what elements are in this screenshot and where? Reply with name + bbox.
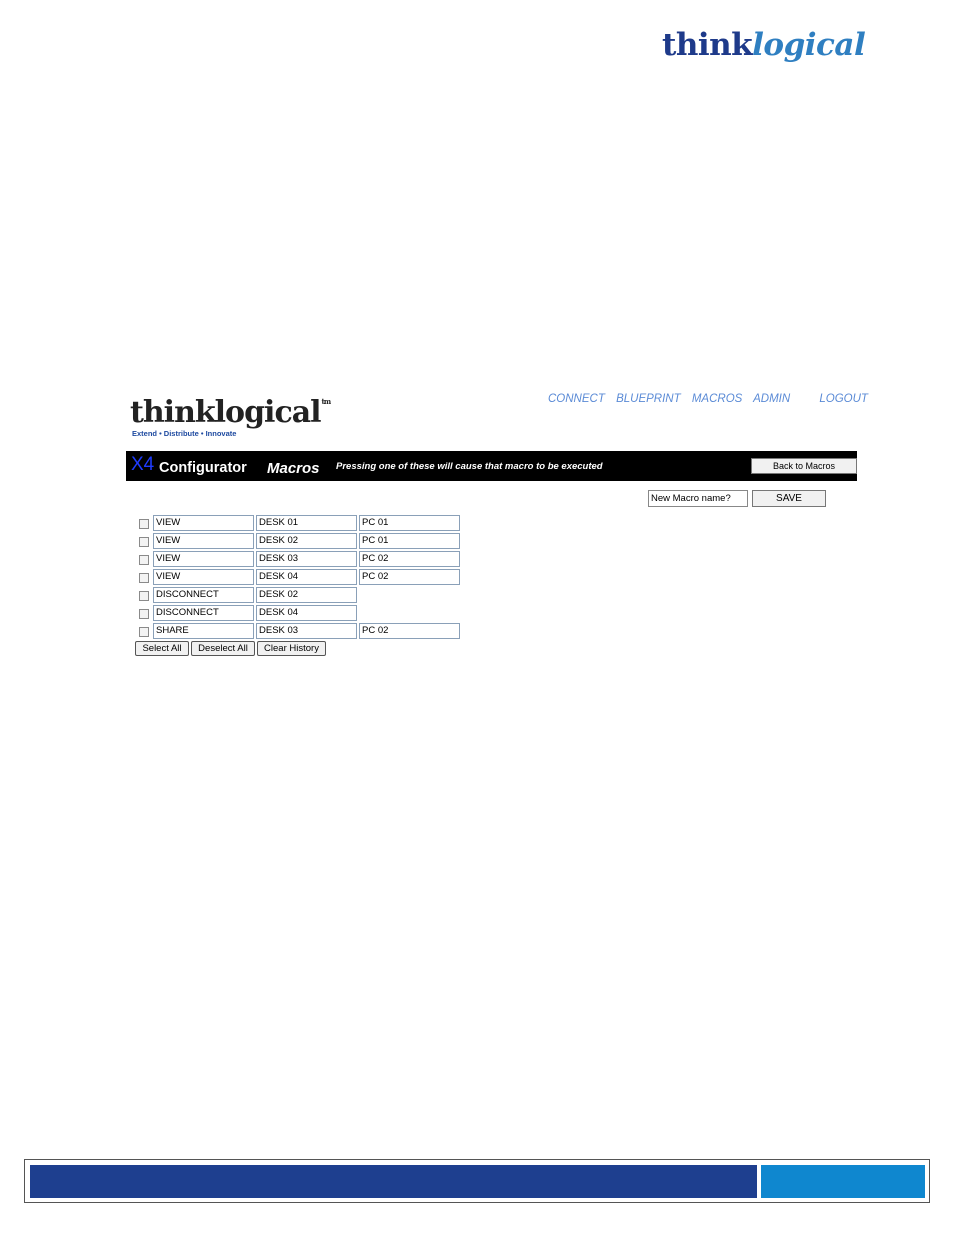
select-all-button[interactable]: Select All	[135, 641, 189, 656]
pc-field[interactable]: PC 01	[359, 515, 460, 531]
desk-field[interactable]: DESK 01	[256, 515, 357, 531]
macro-row: DISCONNECT DESK 02	[139, 587, 479, 603]
desk-field[interactable]: DESK 02	[256, 587, 357, 603]
desk-field[interactable]: DESK 04	[256, 605, 357, 621]
macro-checkbox[interactable]	[139, 591, 149, 601]
configurator-label: Configurator	[159, 460, 247, 476]
footer-bar-right	[761, 1165, 925, 1198]
page-logo: thinklogical	[662, 27, 866, 63]
macro-instruction-note: Pressing one of these will cause that ma…	[336, 461, 603, 472]
action-field[interactable]: VIEW	[153, 551, 254, 567]
section-title: Macros	[267, 460, 320, 477]
desk-field[interactable]: DESK 03	[256, 551, 357, 567]
macro-row: VIEW DESK 03 PC 02	[139, 551, 479, 567]
deselect-all-button[interactable]: Deselect All	[191, 641, 255, 656]
macro-row: SHARE DESK 03 PC 02	[139, 623, 479, 639]
pc-field[interactable]: PC 02	[359, 551, 460, 567]
action-field[interactable]: SHARE	[153, 623, 254, 639]
action-field[interactable]: DISCONNECT	[153, 605, 254, 621]
desk-field[interactable]: DESK 04	[256, 569, 357, 585]
action-field[interactable]: VIEW	[153, 533, 254, 549]
logo-logical-text: logical	[752, 27, 866, 63]
nav-logout-link[interactable]: LOGOUT	[819, 393, 868, 405]
macro-row: VIEW DESK 04 PC 02	[139, 569, 479, 585]
logo-think-text: think	[662, 27, 753, 63]
action-field[interactable]: DISCONNECT	[153, 587, 254, 603]
action-field[interactable]: VIEW	[153, 569, 254, 585]
trademark-mark: tm	[321, 397, 332, 406]
x4-configurator-screenshot: CONNECT BLUEPRINT MACROS ADMIN LOGOUT th…	[126, 388, 868, 662]
macro-row: DISCONNECT DESK 04	[139, 605, 479, 621]
macro-checkbox[interactable]	[139, 609, 149, 619]
pc-field[interactable]: PC 02	[359, 623, 460, 639]
footer-bar-left	[30, 1165, 757, 1198]
desk-field[interactable]: DESK 02	[256, 533, 357, 549]
macro-checkbox[interactable]	[139, 537, 149, 547]
nav-connect-link[interactable]: CONNECT	[548, 393, 605, 405]
top-nav: CONNECT BLUEPRINT MACROS ADMIN LOGOUT	[548, 393, 868, 405]
clear-history-button[interactable]: Clear History	[257, 641, 326, 656]
back-to-macros-button[interactable]: Back to Macros	[751, 458, 857, 474]
pc-field[interactable]: PC 01	[359, 533, 460, 549]
title-bar: X4 Configurator Macros Pressing one of t…	[126, 451, 857, 481]
pc-field[interactable]: PC 02	[359, 569, 460, 585]
nav-admin-link[interactable]: ADMIN	[753, 393, 790, 405]
app-logo-word: thinklogical	[130, 395, 322, 430]
macro-row: VIEW DESK 01 PC 01	[139, 515, 479, 531]
action-field[interactable]: VIEW	[153, 515, 254, 531]
app-logo-tagline: Extend • Distribute • Innovate	[132, 429, 237, 438]
x4-label: X4	[131, 454, 155, 475]
macro-row: VIEW DESK 02 PC 01	[139, 533, 479, 549]
nav-blueprint-link[interactable]: BLUEPRINT	[616, 393, 681, 405]
macro-checkbox[interactable]	[139, 573, 149, 583]
macro-checkbox[interactable]	[139, 519, 149, 529]
macro-checkbox[interactable]	[139, 555, 149, 565]
macro-checkbox[interactable]	[139, 627, 149, 637]
save-button[interactable]: SAVE	[752, 490, 826, 507]
page-footer	[24, 1159, 930, 1203]
new-macro-name-input[interactable]: New Macro name?	[648, 490, 748, 507]
app-logo: thinklogicaltm Extend • Distribute • Inn…	[130, 395, 332, 439]
desk-field[interactable]: DESK 03	[256, 623, 357, 639]
nav-macros-link[interactable]: MACROS	[692, 393, 742, 405]
